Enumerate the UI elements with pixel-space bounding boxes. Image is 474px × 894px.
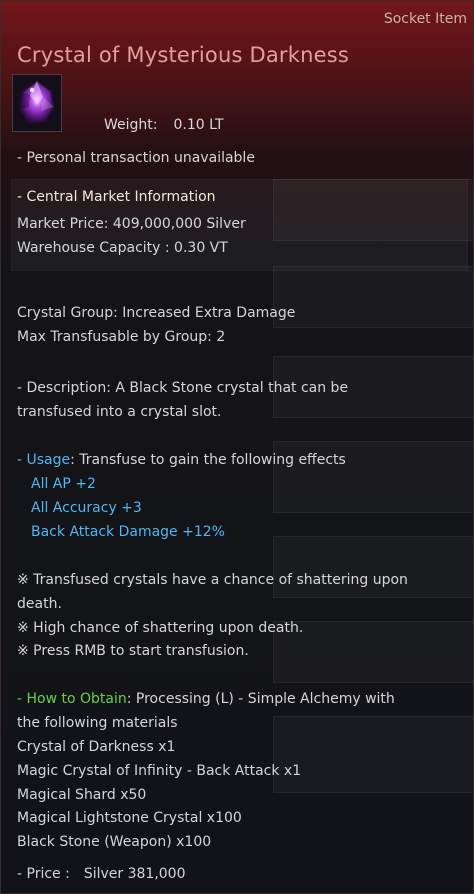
price-row: - Price : Silver 381,000: [17, 867, 186, 881]
item-name: Crystal of Mysterious Darkness: [17, 43, 350, 67]
purple-crystal-icon: [13, 75, 61, 131]
max-transfusable: Max Transfusable by Group: 2: [17, 329, 226, 345]
material-item: Crystal of Darkness x1: [17, 739, 176, 755]
effect-item: All Accuracy +3: [31, 500, 142, 516]
weight-value: 0.10 LT: [173, 117, 224, 133]
material-item: Magical Shard x50: [17, 787, 147, 803]
how-to-obtain-text-2: the following materials: [17, 715, 178, 731]
weight-label: Weight:: [104, 117, 158, 133]
usage-text: : Transfuse to gain the following effect…: [70, 452, 346, 468]
how-to-obtain-row: - How to Obtain: Processing (L) - Simple…: [17, 692, 395, 706]
background-slot: [273, 716, 473, 793]
background-slot: [273, 266, 473, 328]
weight-row: Weight: 0.10 LT: [104, 118, 224, 132]
material-item: Magic Crystal of Infinity - Back Attack …: [17, 763, 302, 779]
material-item: Black Stone (Weapon) x100: [17, 834, 212, 850]
personal-transaction-text: - Personal transaction unavailable: [17, 150, 255, 166]
item-tooltip: Socket Item Crystal of Mysterious Darkne…: [0, 0, 474, 894]
material-item: Magical Lightstone Crystal x100: [17, 810, 242, 826]
effect-item: All AP +2: [31, 476, 96, 492]
note-line: ※ Press RMB to start transfusion.: [17, 643, 249, 659]
usage-label: - Usage: [17, 452, 71, 468]
description-line-1: - Description: A Black Stone crystal tha…: [17, 380, 349, 396]
background-slot: [273, 536, 473, 598]
how-to-obtain-label: - How to Obtain: [17, 691, 127, 707]
note-line: ※ Transfused crystals have a chance of s…: [17, 572, 408, 588]
note-line: ※ High chance of shattering upon death.: [17, 620, 304, 636]
effect-item: Back Attack Damage +12%: [31, 524, 225, 540]
item-icon-frame[interactable]: [12, 74, 62, 132]
crystal-group: Crystal Group: Increased Extra Damage: [17, 305, 296, 321]
item-type-label: Socket Item: [383, 11, 467, 27]
note-line: death.: [17, 596, 62, 612]
market-info-header: - Central Market Information: [17, 189, 216, 205]
description-line-2: transfused into a crystal slot.: [17, 404, 222, 420]
warehouse-capacity: Warehouse Capacity : 0.30 VT: [17, 240, 228, 256]
how-to-obtain-text: : Processing (L) - Simple Alchemy with: [126, 691, 395, 707]
price-label: - Price :: [17, 866, 70, 882]
usage-row: - Usage: Transfuse to gain the following…: [17, 453, 346, 467]
market-price: Market Price: 409,000,000 Silver: [17, 216, 246, 232]
price-value: Silver 381,000: [83, 866, 186, 882]
